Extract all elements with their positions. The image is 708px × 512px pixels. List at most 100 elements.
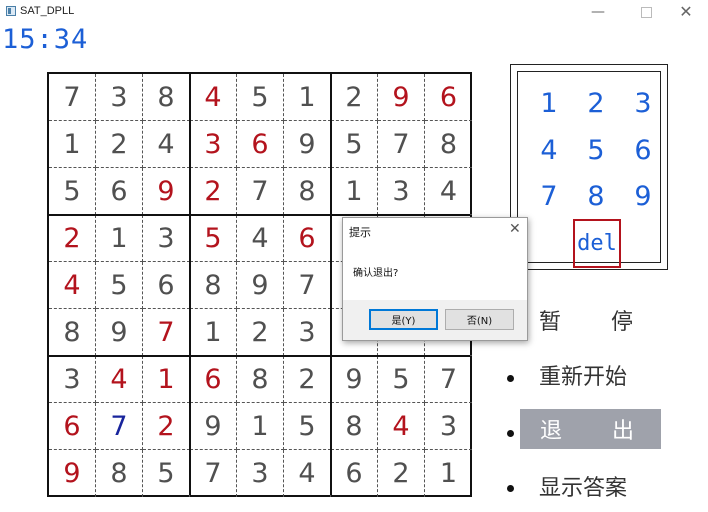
board-cell[interactable]: 7 bbox=[49, 74, 96, 121]
board-cell[interactable]: 7 bbox=[96, 403, 143, 450]
board-cell[interactable]: 6 bbox=[237, 121, 284, 168]
board-cell[interactable]: 2 bbox=[284, 356, 331, 403]
board-cell[interactable]: 1 bbox=[284, 74, 331, 121]
board-cell[interactable]: 5 bbox=[237, 74, 284, 121]
board-cell[interactable]: 3 bbox=[284, 309, 331, 356]
show-answer-button[interactable]: 显示答案 bbox=[539, 466, 649, 506]
board-cell[interactable]: 5 bbox=[284, 403, 331, 450]
board-cell[interactable]: 2 bbox=[331, 74, 378, 121]
board-cell[interactable]: 8 bbox=[96, 450, 143, 497]
board-cell[interactable]: 1 bbox=[49, 121, 96, 168]
board-cell[interactable]: 3 bbox=[190, 121, 237, 168]
board-cell[interactable]: 8 bbox=[237, 356, 284, 403]
board-cell[interactable]: 3 bbox=[143, 215, 190, 262]
number-key[interactable]: 9 bbox=[620, 173, 666, 219]
close-window-button[interactable]: ✕ bbox=[668, 0, 704, 24]
board-cell[interactable]: 5 bbox=[96, 262, 143, 309]
dialog-close-icon[interactable]: ✕ bbox=[509, 221, 521, 237]
board-cell[interactable]: 4 bbox=[284, 450, 331, 497]
exit-label-left: 退 bbox=[540, 419, 563, 444]
board-cell[interactable]: 8 bbox=[49, 309, 96, 356]
pause-label-left: 暂 bbox=[539, 310, 562, 335]
bullet-icon bbox=[507, 430, 514, 437]
board-cell[interactable]: 3 bbox=[49, 356, 96, 403]
board-cell[interactable]: 8 bbox=[190, 262, 237, 309]
board-cell[interactable]: 7 bbox=[425, 356, 472, 403]
board-cell[interactable]: 7 bbox=[237, 168, 284, 215]
board-cell[interactable]: 6 bbox=[190, 356, 237, 403]
board-cell[interactable]: 2 bbox=[378, 450, 425, 497]
board-cell[interactable]: 4 bbox=[190, 74, 237, 121]
board-cell[interactable]: 8 bbox=[331, 403, 378, 450]
number-key[interactable]: 4 bbox=[526, 127, 572, 173]
board-cell[interactable]: 5 bbox=[143, 450, 190, 497]
board-cell[interactable]: 3 bbox=[237, 450, 284, 497]
board-cell[interactable]: 2 bbox=[237, 309, 284, 356]
board-cell[interactable]: 7 bbox=[143, 309, 190, 356]
window-titlebar: SAT_DPLL — ✕ bbox=[0, 0, 708, 24]
board-cell[interactable]: 3 bbox=[96, 74, 143, 121]
number-key[interactable]: 1 bbox=[526, 80, 572, 126]
box-divider-horizontal bbox=[49, 355, 470, 357]
board-cell[interactable]: 8 bbox=[143, 74, 190, 121]
board-cell[interactable]: 3 bbox=[425, 403, 472, 450]
exit-button[interactable]: 退 出 bbox=[520, 409, 661, 449]
number-key[interactable]: 2 bbox=[573, 80, 619, 126]
board-cell[interactable]: 1 bbox=[425, 450, 472, 497]
board-cell[interactable]: 4 bbox=[143, 121, 190, 168]
board-cell[interactable]: 1 bbox=[237, 403, 284, 450]
number-key[interactable]: 3 bbox=[620, 80, 666, 126]
minimize-button[interactable]: — bbox=[580, 0, 616, 24]
board-cell[interactable]: 6 bbox=[331, 450, 378, 497]
board-cell[interactable]: 2 bbox=[49, 215, 96, 262]
board-cell[interactable]: 5 bbox=[331, 121, 378, 168]
board-cell[interactable]: 6 bbox=[49, 403, 96, 450]
number-pad-inner: del 123456789 bbox=[517, 71, 661, 268]
board-cell[interactable]: 9 bbox=[284, 121, 331, 168]
board-cell[interactable]: 5 bbox=[190, 215, 237, 262]
board-cell[interactable]: 6 bbox=[143, 262, 190, 309]
board-cell[interactable]: 7 bbox=[190, 450, 237, 497]
board-cell[interactable]: 4 bbox=[49, 262, 96, 309]
board-cell[interactable]: 9 bbox=[331, 356, 378, 403]
board-cell[interactable]: 8 bbox=[284, 168, 331, 215]
board-cell[interactable]: 1 bbox=[96, 215, 143, 262]
board-cell[interactable]: 9 bbox=[143, 168, 190, 215]
board-cell[interactable]: 9 bbox=[237, 262, 284, 309]
board-cell[interactable]: 9 bbox=[190, 403, 237, 450]
board-cell[interactable]: 6 bbox=[425, 74, 472, 121]
board-cell[interactable]: 1 bbox=[143, 356, 190, 403]
board-cell[interactable]: 1 bbox=[190, 309, 237, 356]
board-cell[interactable]: 4 bbox=[425, 168, 472, 215]
board-cell[interactable]: 3 bbox=[378, 168, 425, 215]
board-cell[interactable]: 4 bbox=[96, 356, 143, 403]
restart-button[interactable]: 重新开始 bbox=[539, 355, 649, 395]
board-cell[interactable]: 4 bbox=[378, 403, 425, 450]
board-cell[interactable]: 9 bbox=[49, 450, 96, 497]
no-button[interactable]: 否(N) bbox=[445, 309, 514, 330]
board-cell[interactable]: 5 bbox=[378, 356, 425, 403]
number-key[interactable]: 7 bbox=[526, 173, 572, 219]
board-cell[interactable]: 2 bbox=[190, 168, 237, 215]
pause-button[interactable]: 暂 停 bbox=[539, 300, 639, 340]
board-cell[interactable]: 2 bbox=[143, 403, 190, 450]
number-key[interactable]: 8 bbox=[573, 173, 619, 219]
number-key[interactable]: 5 bbox=[573, 127, 619, 173]
board-cell[interactable]: 9 bbox=[96, 309, 143, 356]
board-cell[interactable]: 5 bbox=[49, 168, 96, 215]
board-cell[interactable]: 7 bbox=[284, 262, 331, 309]
bullet-icon bbox=[507, 375, 514, 382]
board-cell[interactable]: 7 bbox=[378, 121, 425, 168]
delete-key[interactable]: del bbox=[573, 219, 621, 268]
board-cell[interactable]: 9 bbox=[378, 74, 425, 121]
yes-button[interactable]: 是(Y) bbox=[369, 309, 438, 330]
board-cell[interactable]: 4 bbox=[237, 215, 284, 262]
board-cell[interactable]: 6 bbox=[96, 168, 143, 215]
dialog-title: 提示 bbox=[349, 226, 371, 239]
board-cell[interactable]: 6 bbox=[284, 215, 331, 262]
board-cell[interactable]: 1 bbox=[331, 168, 378, 215]
maximize-button[interactable] bbox=[628, 0, 664, 24]
board-cell[interactable]: 8 bbox=[425, 121, 472, 168]
board-cell[interactable]: 2 bbox=[96, 121, 143, 168]
number-key[interactable]: 6 bbox=[620, 127, 666, 173]
